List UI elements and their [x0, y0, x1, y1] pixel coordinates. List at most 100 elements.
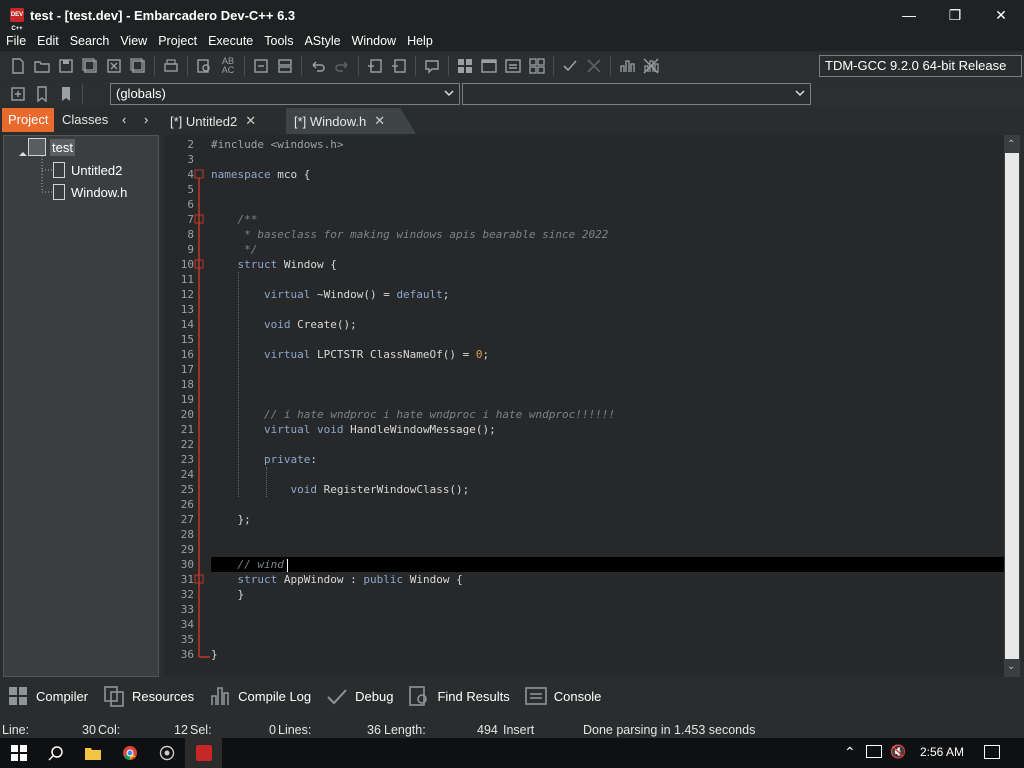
code-line[interactable]: } — [211, 647, 1001, 662]
indent-icon[interactable] — [274, 55, 296, 77]
scroll-down-icon[interactable]: ⌄ — [1007, 661, 1015, 672]
goto-bookmark-icon[interactable] — [55, 83, 77, 105]
code-line[interactable]: virtual ~Window() = default; — [211, 287, 1001, 302]
code-line[interactable] — [211, 377, 1001, 392]
code-text[interactable]: #include <windows.h> namespace mco { /** … — [211, 135, 1001, 662]
close-tab-icon[interactable]: ✕ — [245, 113, 256, 129]
tab-resources[interactable]: Resources — [102, 684, 194, 708]
close-tab-icon[interactable]: ✕ — [374, 113, 385, 129]
code-line[interactable] — [211, 467, 1001, 482]
code-line[interactable]: struct AppWindow : public Window { — [211, 572, 1001, 587]
code-line[interactable] — [211, 497, 1001, 512]
close-all-icon[interactable] — [127, 55, 149, 77]
remove-project-icon[interactable] — [388, 55, 410, 77]
code-line[interactable]: private: — [211, 452, 1001, 467]
code-line[interactable]: // i hate wndproc i hate wndproc i hate … — [211, 407, 1001, 422]
menu-window[interactable]: Window — [346, 34, 402, 48]
taskbar-clock[interactable]: 2:56 AM — [920, 745, 964, 759]
menu-view[interactable]: View — [114, 34, 153, 48]
replace-icon[interactable]: AB AC — [217, 55, 239, 77]
open-folder-icon[interactable] — [31, 55, 53, 77]
check-syntax-icon[interactable] — [559, 55, 581, 77]
volume-muted-icon[interactable]: 🔇 — [890, 744, 906, 760]
tree-item-project[interactable]: test — [28, 138, 75, 156]
menu-file[interactable]: File — [0, 34, 32, 48]
tab-console[interactable]: Console — [524, 684, 601, 708]
tab-scroll-left-icon[interactable]: ‹ — [116, 108, 132, 132]
run-icon[interactable] — [478, 55, 500, 77]
compiler-select[interactable]: TDM-GCC 9.2.0 64-bit Release — [819, 55, 1022, 77]
code-editor[interactable]: 2 3 4 5 6 7 8 9 10 11 12 13 14 15 16 17 18 19 20 21 22 23 24 25… — [164, 135, 1004, 677]
menu-search[interactable]: Search — [64, 34, 116, 48]
comment-icon[interactable] — [421, 55, 443, 77]
scope-combo[interactable]: (globals) — [110, 83, 460, 105]
tab-compiler[interactable]: Compiler — [6, 684, 88, 708]
menu-edit[interactable]: Edit — [31, 34, 65, 48]
code-line[interactable]: virtual void HandleWindowMessage(); — [211, 422, 1001, 437]
code-line[interactable] — [211, 632, 1001, 647]
stop-execution-icon[interactable] — [583, 55, 605, 77]
code-line[interactable] — [211, 617, 1001, 632]
code-line[interactable] — [211, 392, 1001, 407]
tab-compile-log[interactable]: Compile Log — [208, 684, 311, 708]
tab-window-h[interactable]: [*] Window.h ✕ — [286, 108, 416, 134]
search-icon[interactable] — [37, 738, 74, 768]
goto-line-icon[interactable] — [250, 55, 272, 77]
close-file-icon[interactable] — [103, 55, 125, 77]
windows-start-icon[interactable] — [0, 738, 37, 768]
network-icon[interactable] — [866, 745, 882, 758]
file-explorer-icon[interactable] — [74, 738, 111, 768]
code-line[interactable] — [211, 152, 1001, 167]
tab-untitled2[interactable]: [*] Untitled2 ✕ — [162, 108, 264, 134]
tree-item-file[interactable]: Untitled2 — [53, 162, 122, 178]
menu-tools[interactable]: Tools — [258, 34, 299, 48]
scroll-up-icon[interactable]: ⌃ — [1007, 139, 1015, 150]
minimize-icon[interactable]: — — [886, 0, 932, 30]
rebuild-icon[interactable] — [526, 55, 548, 77]
tree-item-file[interactable]: Window.h — [53, 184, 127, 200]
notification-icon[interactable] — [984, 745, 1000, 759]
code-line[interactable]: #include <windows.h> — [211, 137, 1001, 152]
app-icon[interactable] — [148, 738, 185, 768]
function-combo[interactable] — [462, 83, 811, 105]
code-line[interactable]: * baseclass for making windows apis bear… — [211, 227, 1001, 242]
code-line[interactable]: void Create(); — [211, 317, 1001, 332]
tab-debug[interactable]: Debug — [325, 684, 393, 708]
close-icon[interactable]: ✕ — [978, 0, 1024, 30]
undo-icon[interactable] — [307, 55, 329, 77]
code-line[interactable] — [211, 197, 1001, 212]
code-line[interactable] — [211, 437, 1001, 452]
code-line[interactable]: /** — [211, 212, 1001, 227]
compile-icon[interactable] — [454, 55, 476, 77]
code-line[interactable] — [211, 362, 1001, 377]
insert-icon[interactable] — [7, 83, 29, 105]
code-line[interactable] — [211, 542, 1001, 557]
redo-icon[interactable] — [331, 55, 353, 77]
code-line[interactable]: void RegisterWindowClass(); — [211, 482, 1001, 497]
chevron-up-icon[interactable]: ⌃ — [844, 744, 856, 761]
menu-project[interactable]: Project — [152, 34, 203, 48]
find-icon[interactable] — [193, 55, 215, 77]
maximize-icon[interactable]: ❐ — [932, 0, 978, 30]
code-line[interactable]: namespace mco { — [211, 167, 1001, 182]
editor-scrollbar[interactable]: ⌃ ⌄ — [1004, 135, 1020, 677]
code-line[interactable]: struct Window { — [211, 257, 1001, 272]
code-line[interactable]: } — [211, 587, 1001, 602]
code-line[interactable] — [211, 332, 1001, 347]
chrome-icon[interactable] — [111, 738, 148, 768]
devcpp-taskbar-icon[interactable] — [185, 738, 222, 768]
delete-profile-icon[interactable] — [640, 55, 662, 77]
scrollbar-thumb[interactable] — [1005, 153, 1019, 659]
menu-execute[interactable]: Execute — [202, 34, 259, 48]
menu-help[interactable]: Help — [401, 34, 439, 48]
new-project-icon[interactable] — [364, 55, 386, 77]
menu-astyle[interactable]: AStyle — [298, 34, 346, 48]
code-line[interactable] — [211, 527, 1001, 542]
code-line[interactable] — [211, 182, 1001, 197]
save-icon[interactable] — [55, 55, 77, 77]
new-file-icon[interactable] — [7, 55, 29, 77]
tab-project[interactable]: Project — [2, 108, 55, 132]
toggle-bookmark-icon[interactable] — [31, 83, 53, 105]
print-icon[interactable] — [160, 55, 182, 77]
code-line[interactable] — [211, 602, 1001, 617]
